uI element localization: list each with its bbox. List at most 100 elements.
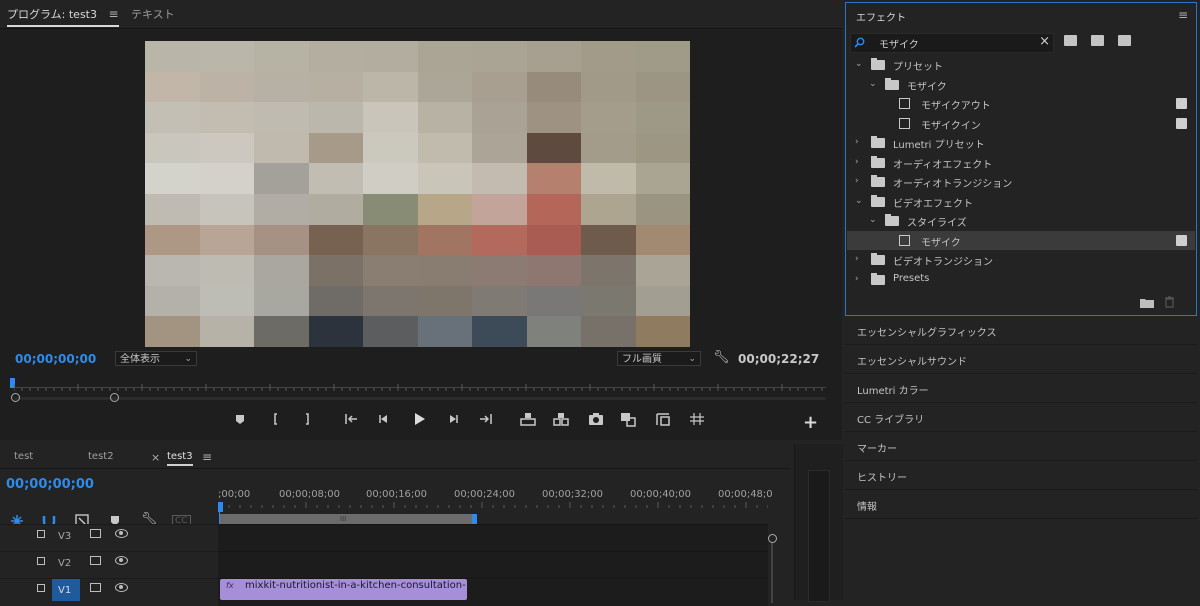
- mosaic-tile: [581, 255, 636, 286]
- tree-item[interactable]: › オーディオトランジション: [847, 172, 1195, 191]
- tree-item[interactable]: › Lumetri プリセット: [847, 133, 1195, 152]
- panel-history[interactable]: ヒストリー: [845, 461, 1197, 490]
- toggle-sync-lock-icon[interactable]: [90, 583, 101, 592]
- timeline-vertical-scrollbar[interactable]: [767, 534, 777, 603]
- comparison-view-icon[interactable]: [619, 410, 637, 428]
- step-back-icon[interactable]: [375, 410, 393, 428]
- search-icon: [854, 37, 865, 48]
- eye-icon[interactable]: [115, 556, 128, 565]
- clear-search-icon[interactable]: ×: [1039, 34, 1050, 49]
- scroll-handle-right[interactable]: [110, 393, 119, 402]
- go-to-in-icon[interactable]: [342, 410, 360, 428]
- trash-icon[interactable]: [1164, 296, 1175, 308]
- toggle-sync-lock-icon[interactable]: [90, 556, 101, 565]
- preset-folder-icon: [871, 58, 885, 70]
- tab-sequence-test3[interactable]: test3: [167, 451, 193, 466]
- track-v2[interactable]: [218, 551, 768, 579]
- tree-item[interactable]: モザイクイン: [847, 114, 1195, 133]
- tree-item[interactable]: モザイク: [847, 230, 1195, 250]
- mosaic-tile: [308, 285, 363, 317]
- chevron-right-icon[interactable]: ›: [855, 157, 859, 167]
- panel-essential-graphics[interactable]: エッセンシャルグラフィックス: [845, 316, 1197, 345]
- chevron-down-icon[interactable]: ⌄: [855, 59, 863, 69]
- preset-folder-icon: [871, 272, 885, 285]
- tree-item[interactable]: › オーディオエフェクト: [847, 153, 1195, 172]
- tree-item[interactable]: ⌄ スタイライズ: [847, 211, 1195, 230]
- chevron-down-icon[interactable]: ⌄: [869, 79, 877, 89]
- mosaic-tile: [635, 285, 690, 317]
- marker-icon[interactable]: [231, 410, 249, 428]
- tree-item[interactable]: › ビデオトランジション: [847, 250, 1195, 269]
- scroll-handle-top[interactable]: [768, 534, 777, 543]
- new-bin-folder-icon[interactable]: [1140, 297, 1154, 308]
- 32-bit-effects-icon[interactable]: [1091, 35, 1104, 46]
- go-to-out-icon[interactable]: [477, 410, 495, 428]
- folder-icon: [871, 175, 885, 187]
- timeline-timecode[interactable]: 00;00;00;00: [6, 477, 94, 492]
- step-forward-icon[interactable]: [444, 410, 462, 428]
- playback-quality-select[interactable]: フル画質 ⌄: [617, 351, 701, 366]
- chevron-right-icon[interactable]: ›: [855, 176, 859, 186]
- eye-icon[interactable]: [115, 583, 128, 592]
- chevron-right-icon[interactable]: ›: [855, 137, 859, 147]
- chevron-down-icon[interactable]: ⌄: [855, 196, 863, 206]
- panel-menu-icon[interactable]: ≡: [1178, 8, 1188, 22]
- lock-icon[interactable]: [37, 584, 45, 592]
- track-v3[interactable]: [218, 524, 768, 552]
- lock-icon[interactable]: [37, 530, 45, 538]
- mosaic-tile: [254, 163, 309, 194]
- insert-icon[interactable]: [654, 410, 672, 428]
- lock-icon[interactable]: [37, 557, 45, 565]
- tree-item[interactable]: モザイクアウト: [847, 94, 1195, 113]
- mosaic-tile: [472, 132, 527, 164]
- close-tab-icon[interactable]: ×: [151, 451, 160, 464]
- mark-in-icon[interactable]: [267, 410, 285, 428]
- mosaic-tile: [254, 194, 309, 225]
- panel-cc-libraries[interactable]: CC ライブラリ: [845, 403, 1197, 432]
- eye-icon[interactable]: [115, 529, 128, 538]
- chevron-down-icon[interactable]: ⌄: [869, 215, 877, 225]
- toggle-sync-lock-icon[interactable]: [90, 529, 101, 538]
- mosaic-tile: [417, 194, 472, 225]
- ruler-label: 00;00;32;00: [542, 489, 604, 500]
- wrench-icon[interactable]: 🔧︎: [713, 350, 730, 365]
- panel-essential-sound[interactable]: エッセンシャルサウンド: [845, 345, 1197, 374]
- video-clip[interactable]: fx mixkit-nutritionist-in-a-kitchen-cons…: [220, 579, 467, 600]
- tab-sequence-test[interactable]: test: [14, 451, 33, 462]
- current-timecode[interactable]: 00;00;00;00: [15, 352, 96, 366]
- zoom-scrollbar[interactable]: [14, 397, 826, 400]
- tab-sequence-test2[interactable]: test2: [88, 451, 114, 462]
- chevron-right-icon[interactable]: ›: [855, 254, 859, 264]
- extract-icon[interactable]: [552, 410, 570, 428]
- ruler-label: 00;00;24;00: [454, 489, 516, 500]
- ruler-label: 00;00;16;00: [366, 489, 428, 500]
- lift-icon[interactable]: [519, 410, 537, 428]
- panel-menu-icon[interactable]: ≡: [109, 7, 119, 21]
- tree-item[interactable]: › Presets: [847, 270, 1195, 289]
- add-button-icon[interactable]: +: [803, 412, 818, 433]
- yuv-effects-icon[interactable]: [1118, 35, 1131, 46]
- panel-info[interactable]: 情報: [845, 490, 1197, 519]
- accelerated-badge-icon: [1176, 234, 1187, 246]
- panel-markers[interactable]: マーカー: [845, 432, 1197, 461]
- tree-item[interactable]: ⌄ プリセット: [847, 55, 1195, 74]
- mosaic-tile: [254, 285, 309, 317]
- tree-item[interactable]: ⌄ ビデオエフェクト: [847, 192, 1195, 211]
- play-icon[interactable]: [410, 410, 428, 428]
- chevron-right-icon[interactable]: ›: [855, 274, 859, 284]
- zoom-select[interactable]: 全体表示 ⌄: [115, 351, 197, 366]
- export-frame-icon[interactable]: [587, 410, 605, 428]
- tree-item[interactable]: ⌄ モザイク: [847, 75, 1195, 94]
- panel-menu-icon[interactable]: ≡: [202, 450, 212, 464]
- effects-search-input[interactable]: モザイク ×: [850, 33, 1054, 53]
- mosaic-tile: [308, 316, 363, 347]
- mosaic-tile: [254, 224, 309, 256]
- mosaic-tile: [526, 255, 581, 286]
- panel-lumetri-color[interactable]: Lumetri カラー: [845, 374, 1197, 403]
- mark-out-icon[interactable]: [298, 410, 316, 428]
- accelerated-effects-icon[interactable]: [1064, 35, 1077, 46]
- tab-text[interactable]: テキスト: [131, 6, 175, 22]
- scroll-handle-left[interactable]: [11, 393, 20, 402]
- tab-program[interactable]: プログラム: test3 ≡: [7, 6, 119, 27]
- trim-icon[interactable]: [688, 410, 706, 428]
